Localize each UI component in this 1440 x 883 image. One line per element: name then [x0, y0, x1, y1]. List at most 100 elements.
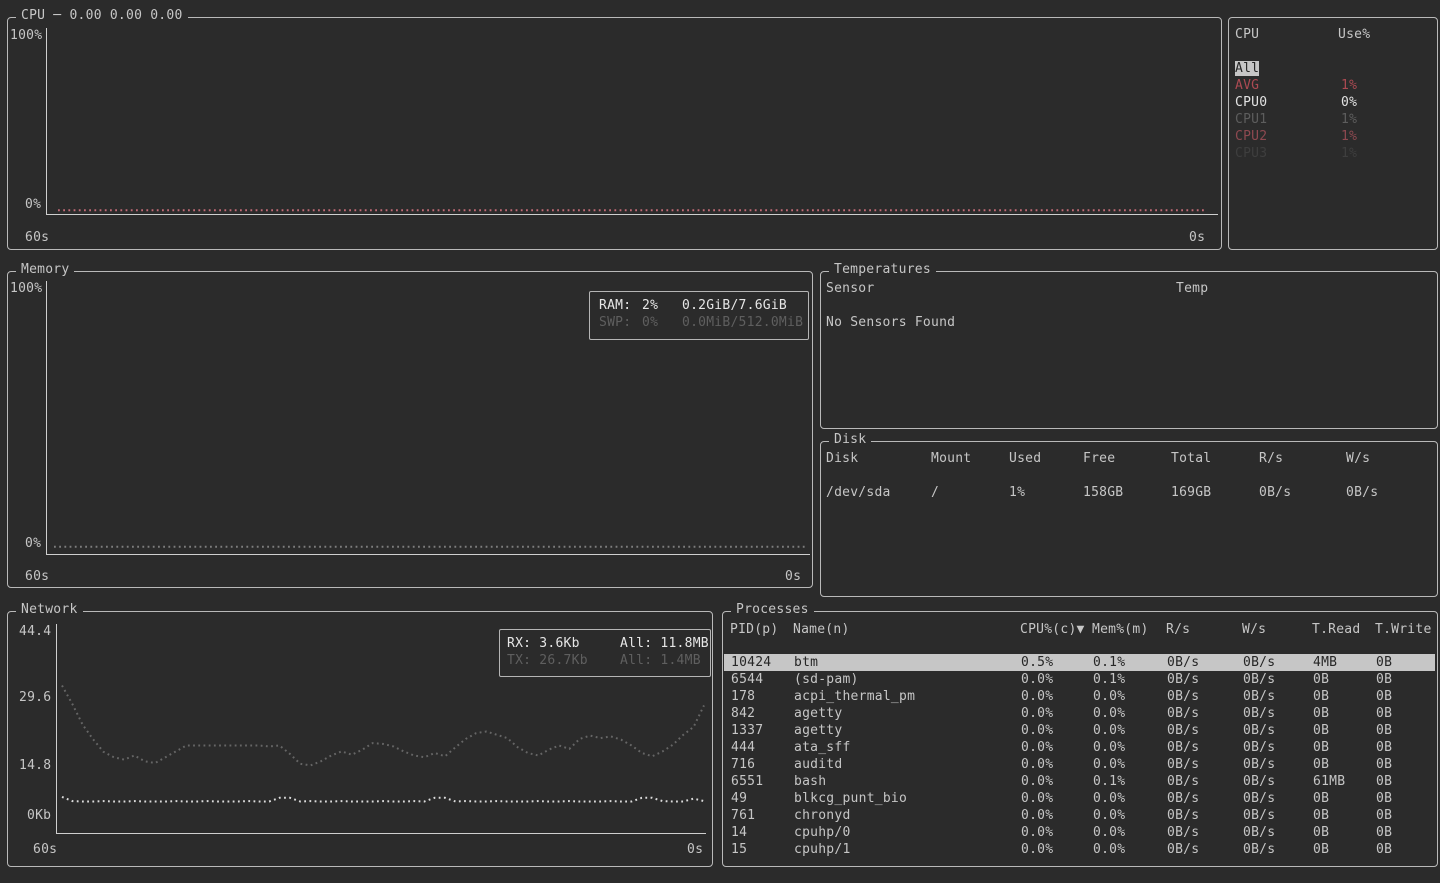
- cpu-legend-panel: CPU Use% AllAVG1%CPU00%CPU11%CPU21%CPU31…: [1228, 17, 1438, 250]
- process-cell: 0B/s: [1167, 671, 1199, 688]
- process-row[interactable]: 716auditd0.0%0.0%0B/s0B/s0B0B: [724, 756, 1435, 773]
- memory-x-left-label: 60s: [25, 569, 49, 584]
- process-cell: 0.1%: [1093, 773, 1125, 790]
- cpu-legend-use-cpu1: 1%: [1341, 112, 1357, 127]
- disk-panel: Disk DiskMountUsedFreeTotalR/sW/s /dev/s…: [820, 441, 1438, 597]
- process-sort-header[interactable]: T.Read: [1312, 622, 1360, 637]
- swap-legend-label: SWP:: [599, 315, 631, 330]
- ram-legend-percent: 2%: [642, 298, 658, 313]
- process-cell: 0.1%: [1093, 671, 1125, 688]
- network-panel-title: Network: [16, 602, 83, 617]
- process-cell: 0B: [1313, 705, 1329, 722]
- network-y-label-2: 29.6: [19, 690, 51, 705]
- process-row[interactable]: 1337agetty0.0%0.0%0B/s0B/s0B0B: [724, 722, 1435, 739]
- process-sort-header[interactable]: R/s: [1166, 622, 1190, 637]
- process-cell: 0B/s: [1167, 756, 1199, 773]
- cpu-legend-entry-cpu1[interactable]: CPU1: [1235, 112, 1267, 127]
- disk-col-header: Used: [1009, 451, 1041, 466]
- process-cell: 0B/s: [1243, 841, 1275, 858]
- network-tx-line: [62, 686, 704, 766]
- process-cell: 0.1%: [1093, 654, 1125, 671]
- memory-y-max-label: 100%: [10, 281, 42, 296]
- temperatures-empty-message: No Sensors Found: [826, 315, 955, 330]
- network-y-label-3: 44.4: [19, 624, 51, 639]
- process-cell: 0B/s: [1167, 722, 1199, 739]
- process-cell: 0B/s: [1243, 671, 1275, 688]
- network-panel: Network 44.4 29.6 14.8 0Kb 60s 0s RX: 3.…: [7, 611, 713, 867]
- process-row[interactable]: 15cpuhp/10.0%0.0%0B/s0B/s0B0B: [724, 841, 1435, 858]
- memory-y-min-label: 0%: [25, 536, 41, 551]
- process-cell: 0.0%: [1021, 739, 1053, 756]
- process-cell: cpuhp/1: [794, 841, 851, 858]
- cpu-legend-entry-cpu2[interactable]: CPU2: [1235, 129, 1267, 144]
- process-sort-header[interactable]: Mem%(m): [1092, 622, 1149, 637]
- process-cell: ata_sff: [794, 739, 851, 756]
- swap-legend-percent: 0%: [642, 315, 658, 330]
- cpu-panel-title: CPU ─ 0.00 0.00 0.00: [16, 8, 188, 23]
- tx-legend-total: All: 1.4MB: [620, 653, 701, 668]
- process-cell: 0.0%: [1021, 705, 1053, 722]
- cpu-legend-entry-cpu0[interactable]: CPU0: [1235, 95, 1267, 110]
- network-x-right-label: 0s: [687, 842, 703, 857]
- disk-col-header: Total: [1171, 451, 1211, 466]
- process-cell: 0B: [1313, 824, 1329, 841]
- processes-panel: Processes PID(p)Name(n)CPU%(c)▼Mem%(m)R/…: [722, 611, 1438, 867]
- process-cell: 716: [731, 756, 755, 773]
- process-sort-header[interactable]: PID(p): [730, 622, 778, 637]
- process-cell: 0.0%: [1021, 824, 1053, 841]
- cpu-legend-entry-cpu3[interactable]: CPU3: [1235, 146, 1267, 161]
- process-cell: blkcg_punt_bio: [794, 790, 907, 807]
- temperatures-panel: Temperatures Sensor Temp No Sensors Foun…: [820, 271, 1438, 429]
- process-sort-header[interactable]: W/s: [1242, 622, 1266, 637]
- process-cell: 0B: [1313, 841, 1329, 858]
- swap-legend-value: 0.0MiB/512.0MiB: [682, 315, 803, 330]
- process-cell: 0B/s: [1167, 807, 1199, 824]
- cpu-legend-use-cpu0: 0%: [1341, 95, 1357, 110]
- process-sort-header[interactable]: CPU%(c)▼: [1020, 622, 1085, 637]
- process-cell: 0B: [1376, 807, 1392, 824]
- process-cell: 0B: [1313, 807, 1329, 824]
- bottom-system-monitor: CPU ─ 0.00 0.00 0.00 100% 0% 60s 0s CPU …: [0, 0, 1440, 883]
- process-cell: 0B/s: [1167, 654, 1199, 671]
- process-cell: 0.0%: [1021, 841, 1053, 858]
- disk-cell: 158GB: [1083, 485, 1123, 500]
- memory-panel-title: Memory: [16, 262, 74, 277]
- process-sort-header[interactable]: Name(n): [793, 622, 850, 637]
- disk-col-header: Free: [1083, 451, 1115, 466]
- disk-cell: 0B/s: [1346, 485, 1378, 500]
- process-cell: 49: [731, 790, 747, 807]
- process-cell: 178: [731, 688, 755, 705]
- process-cell: 0B/s: [1243, 807, 1275, 824]
- process-cell: 0.0%: [1021, 790, 1053, 807]
- process-cell: 0B/s: [1167, 773, 1199, 790]
- network-y-label-1: 14.8: [19, 758, 51, 773]
- process-row[interactable]: 6551bash0.0%0.1%0B/s0B/s61MB0B: [724, 773, 1435, 790]
- rx-legend-total: All: 11.8MB: [620, 636, 709, 651]
- process-cell: agetty: [794, 705, 842, 722]
- process-row[interactable]: 761chronyd0.0%0.0%0B/s0B/s0B0B: [724, 807, 1435, 824]
- process-cell: 0.0%: [1021, 756, 1053, 773]
- process-cell: (sd-pam): [794, 671, 859, 688]
- process-sort-header[interactable]: T.Write: [1375, 622, 1432, 637]
- process-cell: 0.0%: [1093, 807, 1125, 824]
- process-cell: auditd: [794, 756, 842, 773]
- process-row[interactable]: 10424btm0.5%0.1%0B/s0B/s4MB0B: [724, 654, 1435, 671]
- cpu-legend-entry-all[interactable]: All: [1235, 61, 1259, 76]
- process-row[interactable]: 6544(sd-pam)0.0%0.1%0B/s0B/s0B0B: [724, 671, 1435, 688]
- process-cell: 0B/s: [1167, 688, 1199, 705]
- cpu-legend-entry-avg[interactable]: AVG: [1235, 78, 1259, 93]
- process-cell: 0.0%: [1093, 841, 1125, 858]
- cpu-panel: CPU ─ 0.00 0.00 0.00 100% 0% 60s 0s: [7, 17, 1222, 250]
- process-row[interactable]: 178acpi_thermal_pm0.0%0.0%0B/s0B/s0B0B: [724, 688, 1435, 705]
- process-row[interactable]: 14cpuhp/00.0%0.0%0B/s0B/s0B0B: [724, 824, 1435, 841]
- process-cell: 0B: [1313, 790, 1329, 807]
- process-cell: 0B/s: [1243, 654, 1275, 671]
- process-cell: 15: [731, 841, 747, 858]
- disk-col-header: W/s: [1346, 451, 1370, 466]
- network-x-left-label: 60s: [33, 842, 57, 857]
- process-row[interactable]: 444ata_sff0.0%0.0%0B/s0B/s0B0B: [724, 739, 1435, 756]
- process-cell: 0B/s: [1167, 705, 1199, 722]
- process-row[interactable]: 842agetty0.0%0.0%0B/s0B/s0B0B: [724, 705, 1435, 722]
- process-row[interactable]: 49blkcg_punt_bio0.0%0.0%0B/s0B/s0B0B: [724, 790, 1435, 807]
- process-cell: 0.0%: [1093, 722, 1125, 739]
